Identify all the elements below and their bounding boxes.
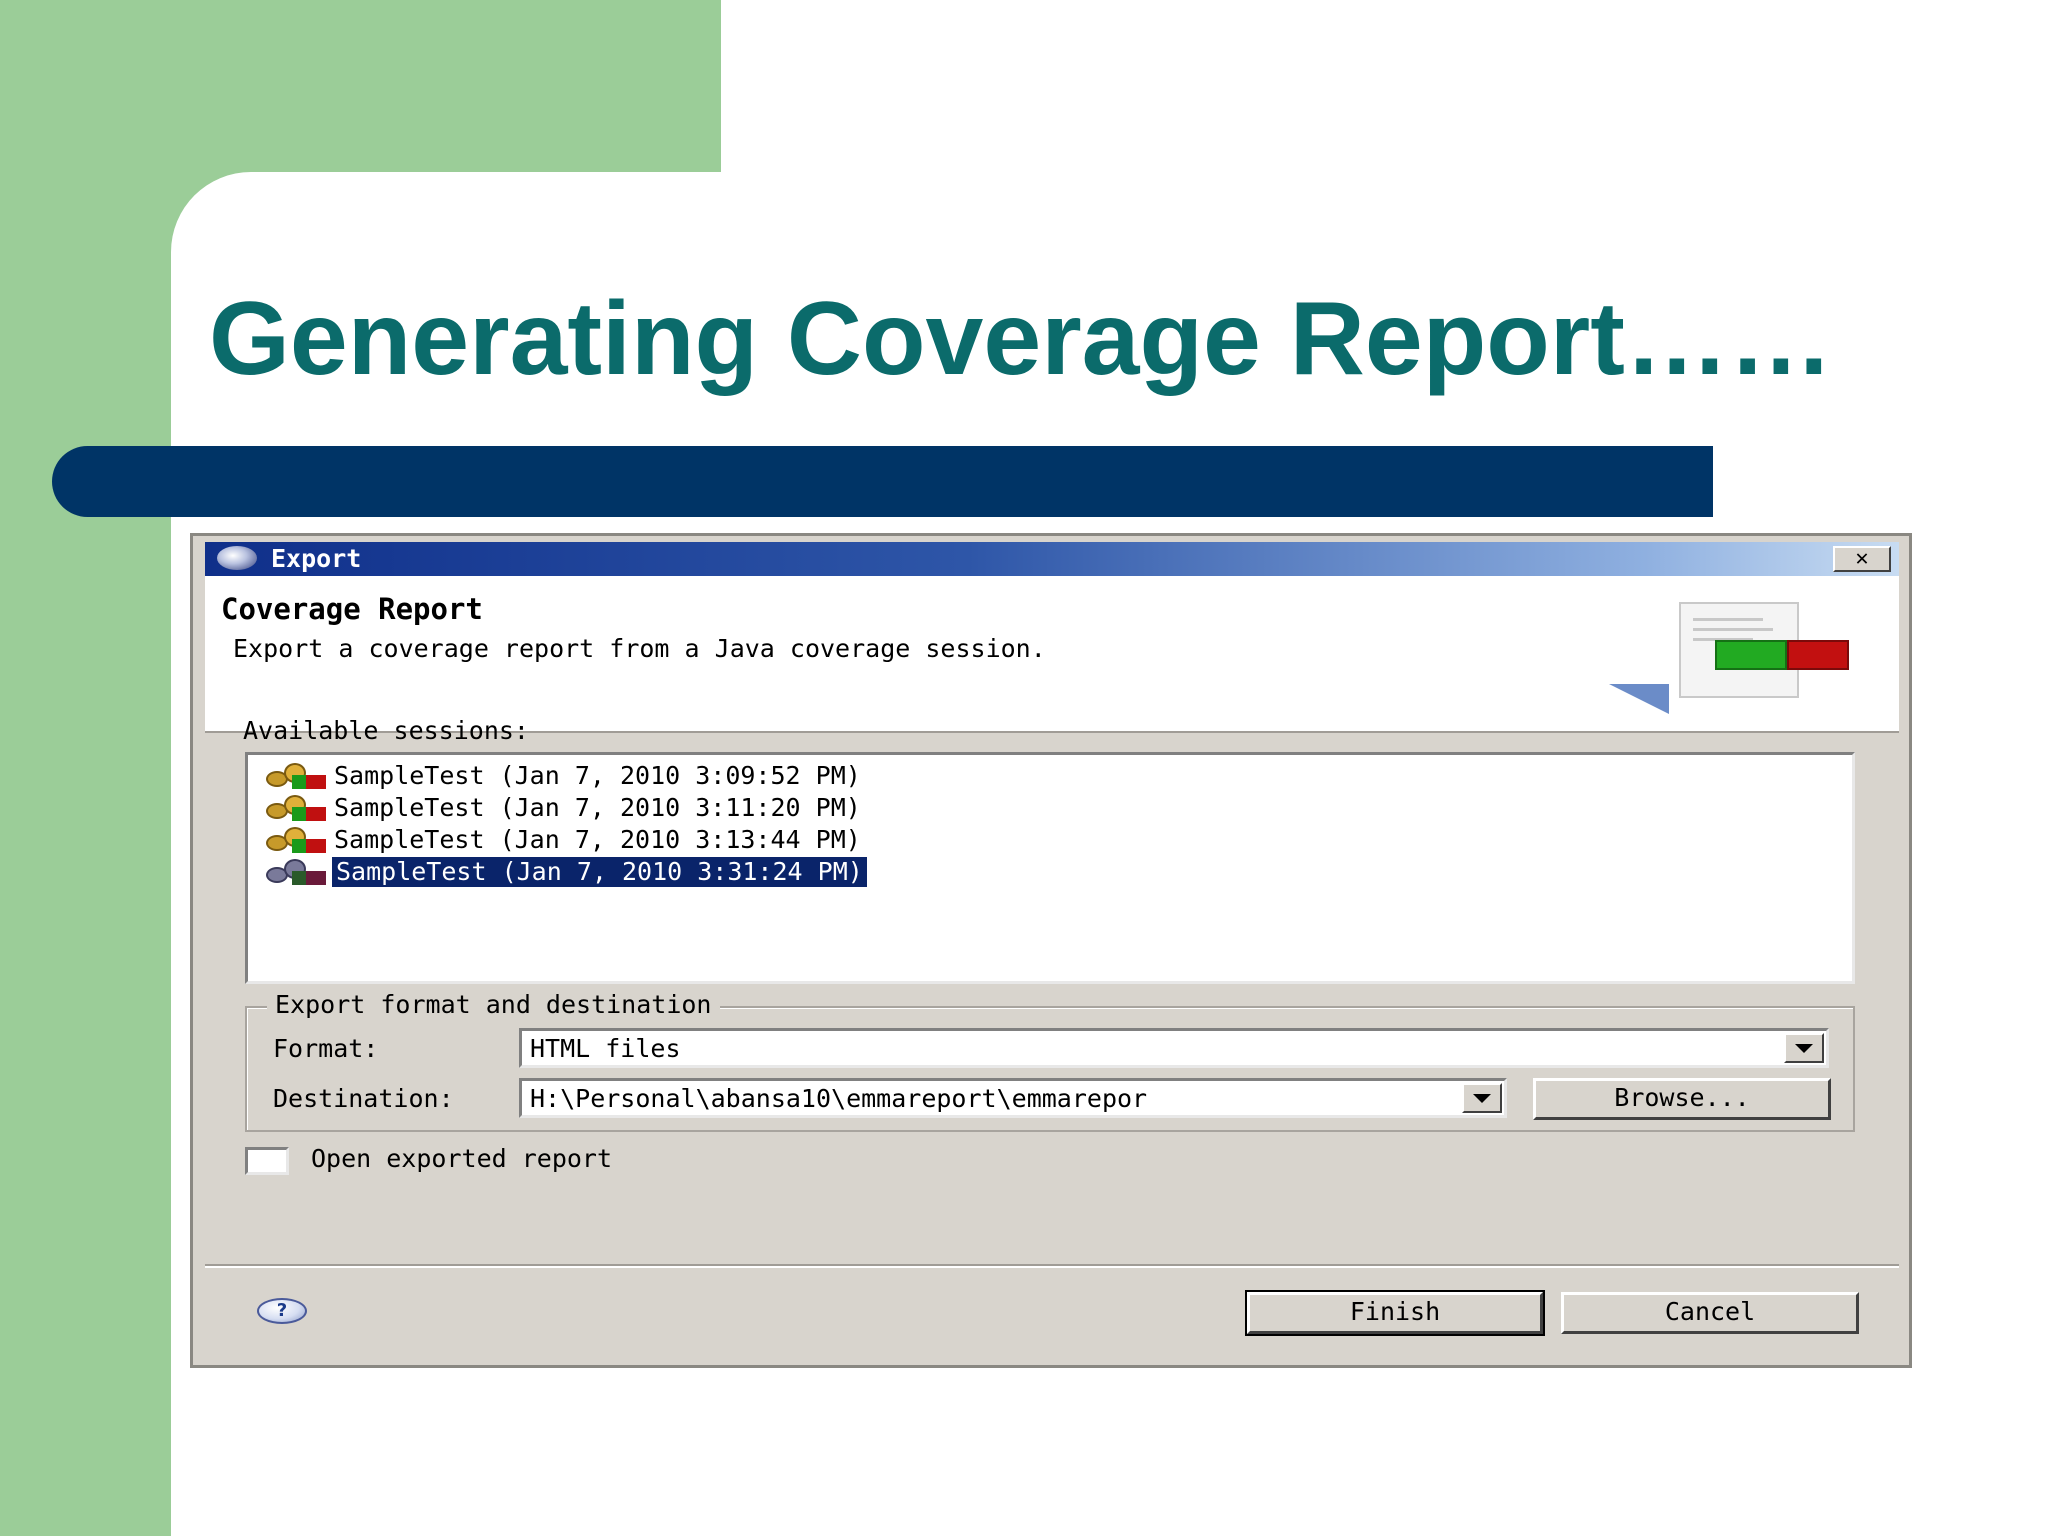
destination-label: Destination: bbox=[273, 1084, 454, 1113]
export-window-icon bbox=[217, 546, 257, 570]
destination-combo[interactable]: H:\Personal\abansa10\emmareport\emmarepo… bbox=[519, 1078, 1507, 1118]
destination-dropdown-button[interactable] bbox=[1462, 1083, 1502, 1113]
session-icon bbox=[266, 763, 328, 789]
export-arrow-icon bbox=[1609, 684, 1669, 714]
export-dialog: Export ✕ Coverage Report Export a covera… bbox=[190, 533, 1912, 1368]
session-label: SampleTest (Jan 7, 2010 3:11:20 PM) bbox=[334, 793, 861, 822]
open-report-checkbox[interactable] bbox=[245, 1147, 289, 1175]
button-bar-separator bbox=[205, 1264, 1899, 1268]
format-label: Format: bbox=[273, 1034, 379, 1063]
slide-title-underline-bar bbox=[52, 446, 1713, 517]
coverage-covered-bar bbox=[1715, 640, 1787, 670]
coverage-report-graphic bbox=[1609, 602, 1869, 722]
dialog-title: Export bbox=[271, 544, 362, 573]
slide-corner bbox=[171, 172, 251, 252]
format-dropdown-button[interactable] bbox=[1784, 1033, 1824, 1063]
session-label: SampleTest (Jan 7, 2010 3:13:44 PM) bbox=[334, 825, 861, 854]
export-format-legend: Export format and destination bbox=[267, 990, 720, 1019]
sessions-list[interactable]: SampleTest (Jan 7, 2010 3:09:52 PM) Samp… bbox=[245, 752, 1855, 984]
format-value: HTML files bbox=[530, 1034, 681, 1063]
help-icon[interactable]: ? bbox=[257, 1298, 307, 1324]
header-title: Coverage Report bbox=[221, 592, 483, 626]
finish-button[interactable]: Finish bbox=[1245, 1290, 1545, 1336]
close-icon: ✕ bbox=[1855, 546, 1869, 571]
header-description: Export a coverage report from a Java cov… bbox=[233, 634, 1046, 663]
cancel-button[interactable]: Cancel bbox=[1561, 1292, 1859, 1334]
destination-value: H:\Personal\abansa10\emmareport\emmarepo… bbox=[530, 1084, 1148, 1113]
close-button[interactable]: ✕ bbox=[1833, 546, 1891, 572]
slide-green-band-left bbox=[0, 0, 171, 1536]
dialog-header: Coverage Report Export a coverage report… bbox=[205, 576, 1899, 733]
session-icon bbox=[266, 795, 328, 821]
session-label: SampleTest (Jan 7, 2010 3:09:52 PM) bbox=[334, 761, 861, 790]
open-report-label[interactable]: Open exported report bbox=[311, 1144, 612, 1173]
dialog-titlebar[interactable]: Export ✕ bbox=[205, 542, 1899, 576]
available-sessions-label: Available sessions: bbox=[243, 716, 529, 745]
slide-title: Generating Coverage Report…… bbox=[209, 281, 1833, 397]
coverage-missed-bar bbox=[1787, 640, 1849, 670]
session-label: SampleTest (Jan 7, 2010 3:31:24 PM) bbox=[330, 855, 869, 889]
session-icon bbox=[266, 827, 328, 853]
format-select[interactable]: HTML files bbox=[519, 1028, 1829, 1068]
session-icon bbox=[266, 859, 328, 885]
export-format-group: Export format and destination Format: HT… bbox=[245, 990, 1855, 1132]
browse-button[interactable]: Browse... bbox=[1533, 1078, 1831, 1120]
